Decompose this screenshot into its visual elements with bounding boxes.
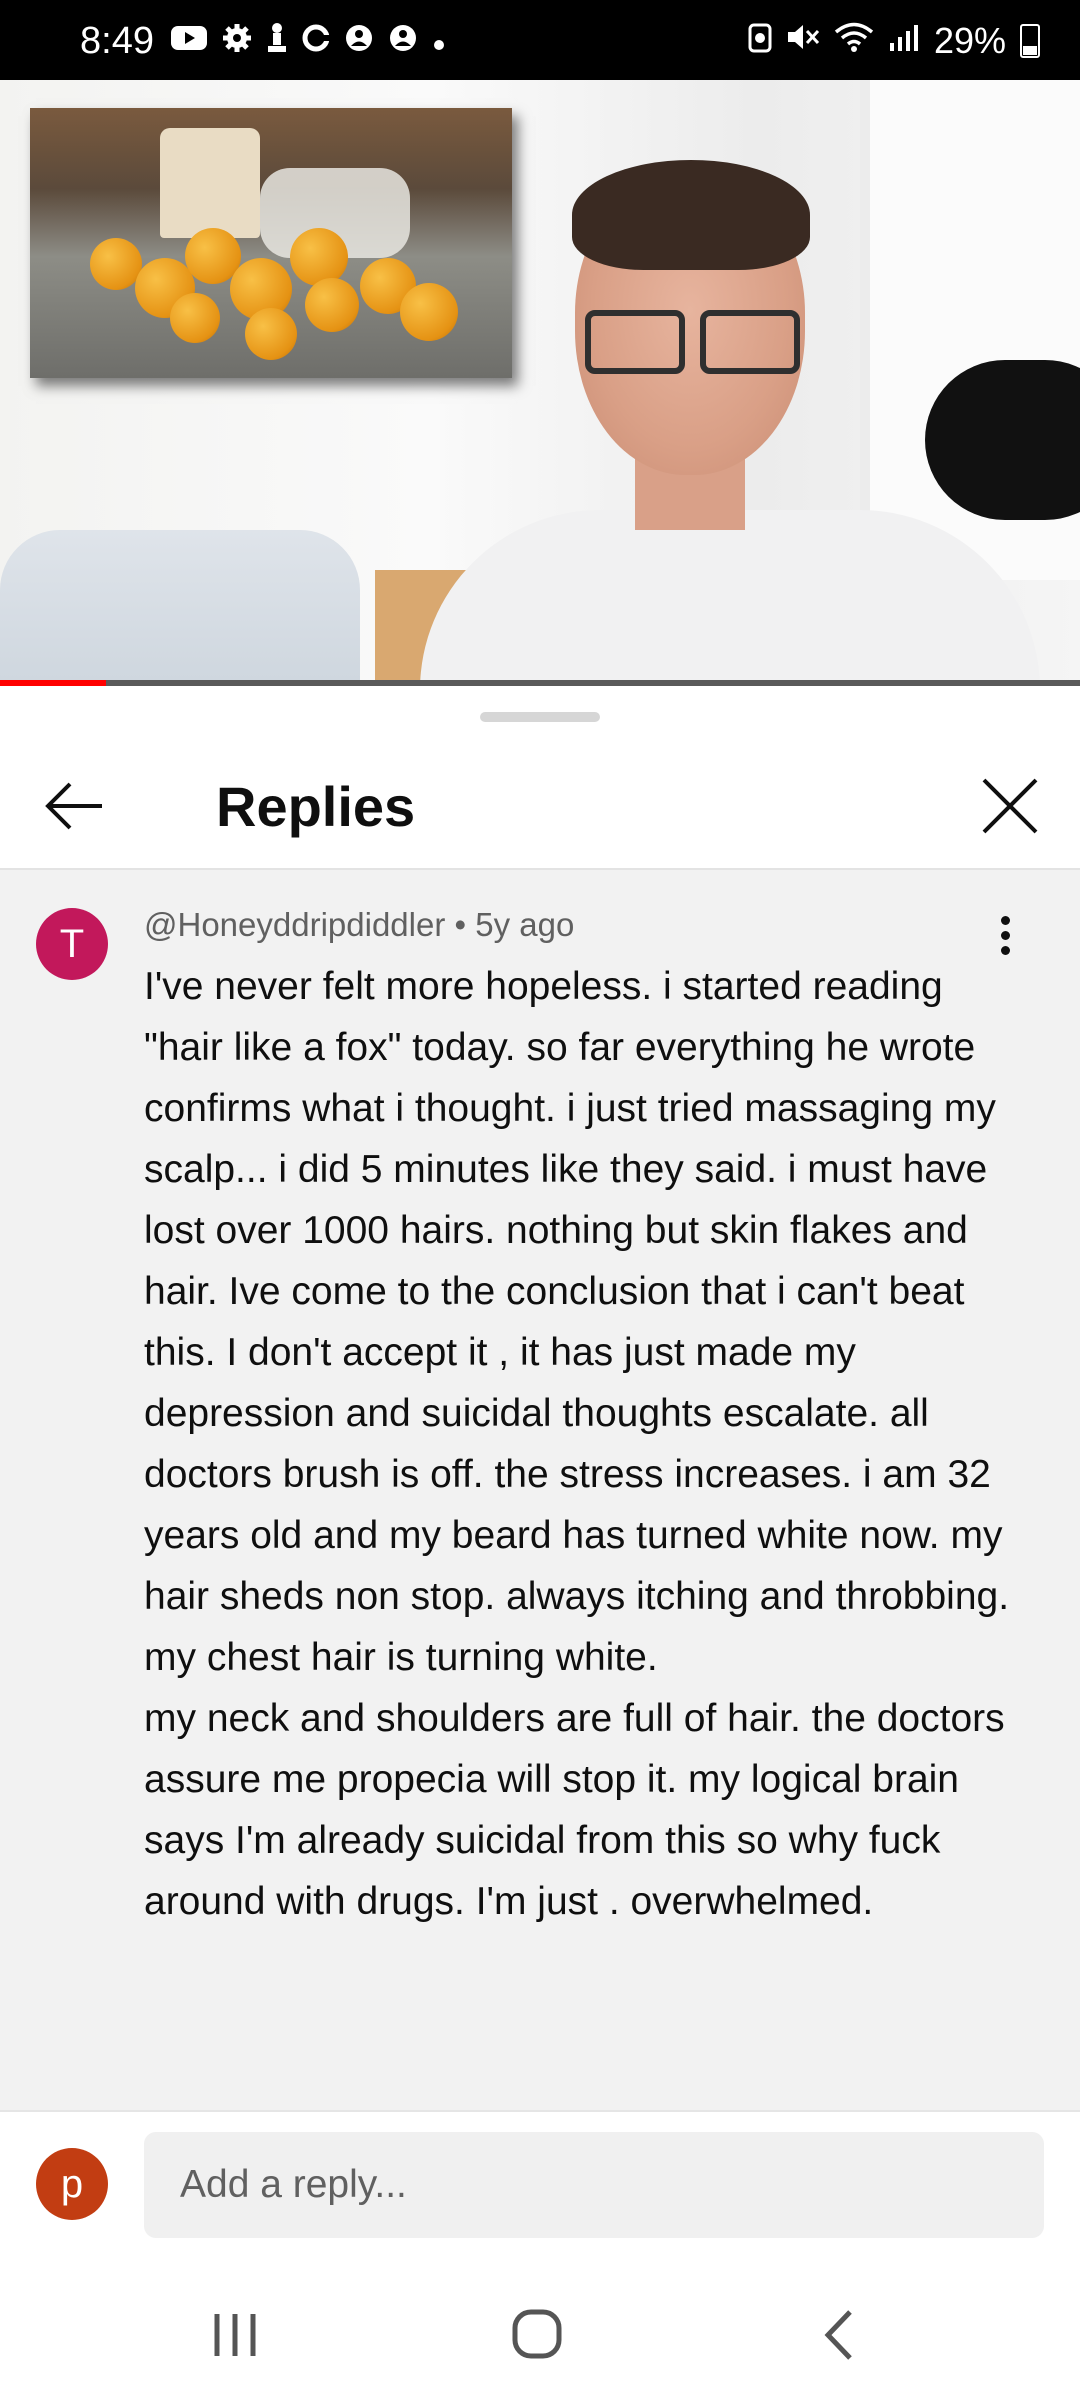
system-nav-bar (0, 2260, 1080, 2400)
settings-icon (222, 23, 252, 62)
battery-percent: 29% (933, 20, 1006, 61)
avatar[interactable]: T (36, 908, 108, 980)
video-progress-fill (0, 680, 106, 686)
meta-separator: • (445, 906, 476, 943)
notification-icons (170, 22, 446, 63)
close-icon (982, 778, 1038, 834)
comment-age: 5y ago (475, 906, 575, 943)
avatar-letter: T (59, 922, 85, 966)
back-nav-button[interactable] (800, 2300, 880, 2370)
video-player[interactable] (0, 80, 1080, 680)
c-icon (302, 24, 330, 61)
comment-thread: T @Honeyddripdiddler • 5y ago I've never… (0, 870, 1080, 2110)
status-time: 8:49 (80, 20, 154, 62)
page-title: Replies (216, 775, 416, 838)
arrow-left-icon (45, 782, 102, 830)
video-person-glasses (585, 310, 800, 374)
comment-author[interactable]: @Honeyddripdiddler (144, 906, 445, 943)
alarm-icon (748, 20, 772, 62)
messenger-icon (344, 23, 374, 62)
video-microphone (925, 360, 1080, 520)
signal-icon (888, 20, 920, 62)
youtube-icon (170, 24, 208, 61)
wifi-icon (834, 20, 874, 62)
video-person-hair (572, 160, 810, 270)
user-avatar[interactable]: p (36, 2148, 108, 2220)
back-button[interactable] (36, 766, 116, 846)
video-inset-image (30, 108, 512, 378)
chess-icon (266, 22, 288, 63)
reply-input[interactable] (144, 2132, 1044, 2238)
mute-icon (786, 20, 820, 62)
more-vert-icon (990, 916, 1020, 955)
chevron-left-icon (824, 2310, 852, 2360)
drag-handle[interactable] (480, 712, 600, 722)
status-bar: 8:49 29% (0, 0, 1080, 80)
home-button[interactable] (497, 2300, 577, 2370)
video-progress-bar[interactable] (0, 680, 1080, 686)
battery-icon (1020, 24, 1040, 58)
recents-button[interactable] (195, 2300, 275, 2370)
user-avatar-letter: p (60, 2162, 84, 2206)
comment-meta: @Honeyddripdiddler • 5y ago (144, 906, 574, 944)
video-person-shirt (420, 510, 1040, 680)
reply-bar: p (0, 2110, 1080, 2262)
video-scene-bed (0, 530, 360, 680)
dot-icon (432, 25, 446, 61)
comment-text: I've never felt more hopeless. i started… (144, 965, 1010, 1923)
messenger-icon (388, 23, 418, 62)
close-button[interactable] (970, 766, 1050, 846)
replies-header: Replies (0, 746, 1080, 870)
home-icon (512, 2309, 562, 2359)
system-icons: 29% (748, 20, 1040, 62)
recents-icon (214, 2314, 256, 2356)
